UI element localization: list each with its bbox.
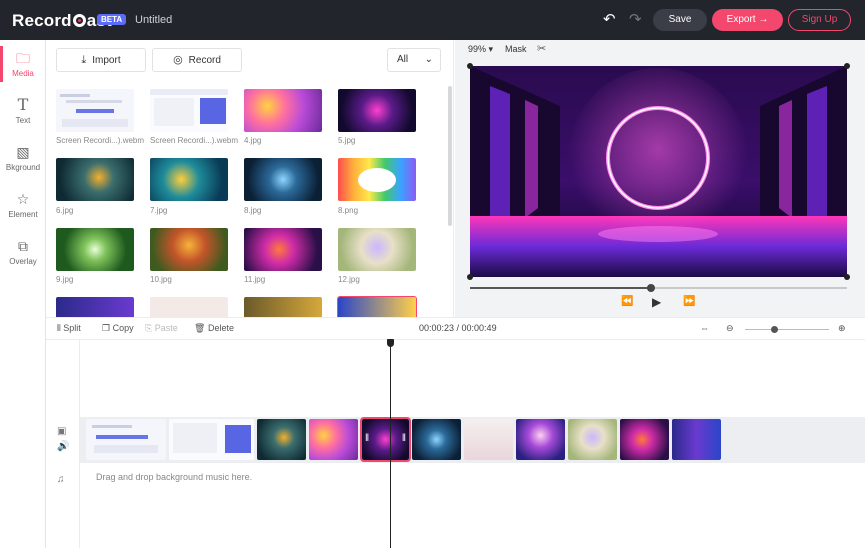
- paste-icon: ⎘: [145, 323, 153, 333]
- volume-icon[interactable]: 🔊: [57, 441, 69, 452]
- video-canvas[interactable]: [470, 66, 847, 277]
- mask-button[interactable]: Mask: [505, 44, 527, 54]
- import-button[interactable]: ⤓ Import: [56, 48, 146, 72]
- resize-handle[interactable]: [467, 63, 473, 69]
- playhead-handle[interactable]: [387, 339, 394, 347]
- signup-button[interactable]: Sign Up: [788, 9, 851, 31]
- timeline-clip[interactable]: [86, 419, 166, 460]
- zoom-in-icon[interactable]: ⊕: [838, 323, 846, 334]
- delete-button[interactable]: 🗑 Delete: [194, 323, 234, 334]
- trash-icon: 🗑: [194, 323, 206, 333]
- chevron-down-icon: ⌄: [424, 54, 433, 65]
- timeline-zoom-slider[interactable]: [745, 329, 829, 330]
- nav-background[interactable]: ▧ Bkground: [0, 136, 46, 182]
- trim-handle-left-icon[interactable]: ‖: [365, 433, 369, 444]
- media-scrollbar[interactable]: [448, 86, 452, 226]
- media-thumb[interactable]: [244, 228, 322, 271]
- copy-icon: ❐: [102, 323, 111, 333]
- top-bar: Recordast BETA Untitled ↶ ↷ Save Export …: [0, 0, 865, 40]
- media-thumb[interactable]: [338, 158, 416, 201]
- zoom-select[interactable]: 99% ▾: [468, 44, 493, 55]
- trim-handle-right-icon[interactable]: ‖: [402, 433, 406, 444]
- seek-handle[interactable]: [646, 284, 655, 292]
- timeline-clip[interactable]: [620, 419, 669, 460]
- zoom-slider-handle[interactable]: [771, 326, 779, 333]
- timeline-toolbar: ⫴ Split ❐ Copy ⎘ Paste 🗑 Delete 00:00:23…: [46, 317, 865, 339]
- resize-handle[interactable]: [467, 274, 473, 280]
- fit-icon[interactable]: ⇔: [700, 323, 709, 333]
- nav-element[interactable]: ☆ Element: [0, 183, 46, 229]
- media-thumb[interactable]: [150, 297, 228, 317]
- media-thumb[interactable]: [244, 89, 322, 132]
- timeline-clip[interactable]: [516, 419, 565, 460]
- timeline-clip[interactable]: [257, 419, 306, 460]
- timeline-clip[interactable]: [412, 419, 461, 460]
- split-button[interactable]: ⫴ Split: [57, 323, 81, 334]
- media-thumb[interactable]: [56, 228, 134, 271]
- media-thumb[interactable]: [56, 89, 134, 132]
- timecode: 00:00:23 / 00:00:49: [419, 323, 497, 333]
- import-icon: ⤓: [81, 54, 87, 66]
- media-thumb[interactable]: [56, 297, 134, 317]
- media-thumb[interactable]: [150, 228, 228, 271]
- track-gutter: ▣ 🔊 ♫: [46, 340, 80, 548]
- split-icon: ⫴: [57, 323, 61, 333]
- playhead[interactable]: [390, 340, 391, 548]
- chevron-down-icon: ▾: [488, 44, 494, 54]
- undo-icon[interactable]: ↶: [603, 10, 616, 28]
- zoom-out-icon[interactable]: ⊖: [726, 323, 734, 334]
- timeline-clip-selected[interactable]: ‖ ‖: [360, 417, 411, 462]
- media-thumb[interactable]: [338, 228, 416, 271]
- document-title[interactable]: Untitled: [135, 14, 172, 26]
- seek-progress: [470, 287, 651, 289]
- beta-badge: BETA: [97, 14, 127, 25]
- timeline-area: ▣ 🔊 ♫ ‖ ‖: [46, 339, 865, 548]
- nav-media[interactable]: 🗀 Media: [0, 42, 46, 88]
- media-thumb[interactable]: [244, 158, 322, 201]
- arrow-right-icon: →: [758, 14, 769, 25]
- redo-icon[interactable]: ↷: [629, 10, 642, 28]
- timeline-clip[interactable]: [464, 419, 513, 460]
- preview-seek-bar[interactable]: [470, 284, 847, 292]
- nav-overlay[interactable]: ⧉ Overlay: [0, 230, 46, 276]
- neon-ring-image: [470, 66, 847, 277]
- record-icon: ◎: [173, 54, 183, 66]
- media-thumb[interactable]: [56, 158, 134, 201]
- crop-icon[interactable]: ✂: [537, 42, 546, 55]
- media-thumb-selected[interactable]: [337, 296, 417, 317]
- resize-handle[interactable]: [844, 63, 850, 69]
- paste-button[interactable]: ⎘ Paste: [145, 323, 178, 334]
- left-nav: 🗀 Media T Text ▧ Bkground ☆ Element ⧉ Ov…: [0, 40, 46, 548]
- resize-handle[interactable]: [844, 274, 850, 280]
- copy-button[interactable]: ❐ Copy: [102, 323, 134, 334]
- preview-panel: 99% ▾ Mask ✂ ⏪ ▶ ⏩: [455, 40, 865, 317]
- text-icon: T: [17, 95, 29, 114]
- media-thumb[interactable]: [244, 297, 322, 317]
- media-thumb[interactable]: [150, 89, 228, 132]
- video-track-icon[interactable]: ▣: [57, 426, 66, 437]
- media-icon: 🗀: [16, 50, 30, 66]
- record-button[interactable]: ◎ Record: [152, 48, 242, 72]
- background-icon: ▧: [16, 144, 30, 160]
- nav-text[interactable]: T Text: [0, 89, 46, 135]
- media-panel: ⤓ Import ◎ Record All ⌄ Screen Recordi...).…: [46, 40, 454, 317]
- music-note-icon: ♫: [57, 474, 65, 485]
- music-drop-hint: Drag and drop background music here.: [96, 472, 253, 482]
- record-logo-icon: [72, 14, 86, 27]
- fast-forward-icon[interactable]: ⏩: [683, 296, 695, 307]
- media-thumb[interactable]: [150, 158, 228, 201]
- timeline-clip[interactable]: [309, 419, 358, 460]
- media-thumb[interactable]: [338, 89, 416, 132]
- timeline-clip[interactable]: [169, 419, 254, 460]
- media-filter-select[interactable]: All ⌄: [387, 48, 441, 72]
- play-icon[interactable]: ▶: [652, 295, 661, 309]
- export-button[interactable]: Export →: [712, 9, 783, 31]
- rewind-icon[interactable]: ⏪: [621, 296, 633, 307]
- overlay-icon: ⧉: [18, 238, 28, 254]
- timeline-clip[interactable]: [672, 419, 721, 460]
- element-icon: ☆: [16, 191, 30, 207]
- save-button[interactable]: Save: [653, 9, 707, 31]
- timeline-clip[interactable]: [568, 419, 617, 460]
